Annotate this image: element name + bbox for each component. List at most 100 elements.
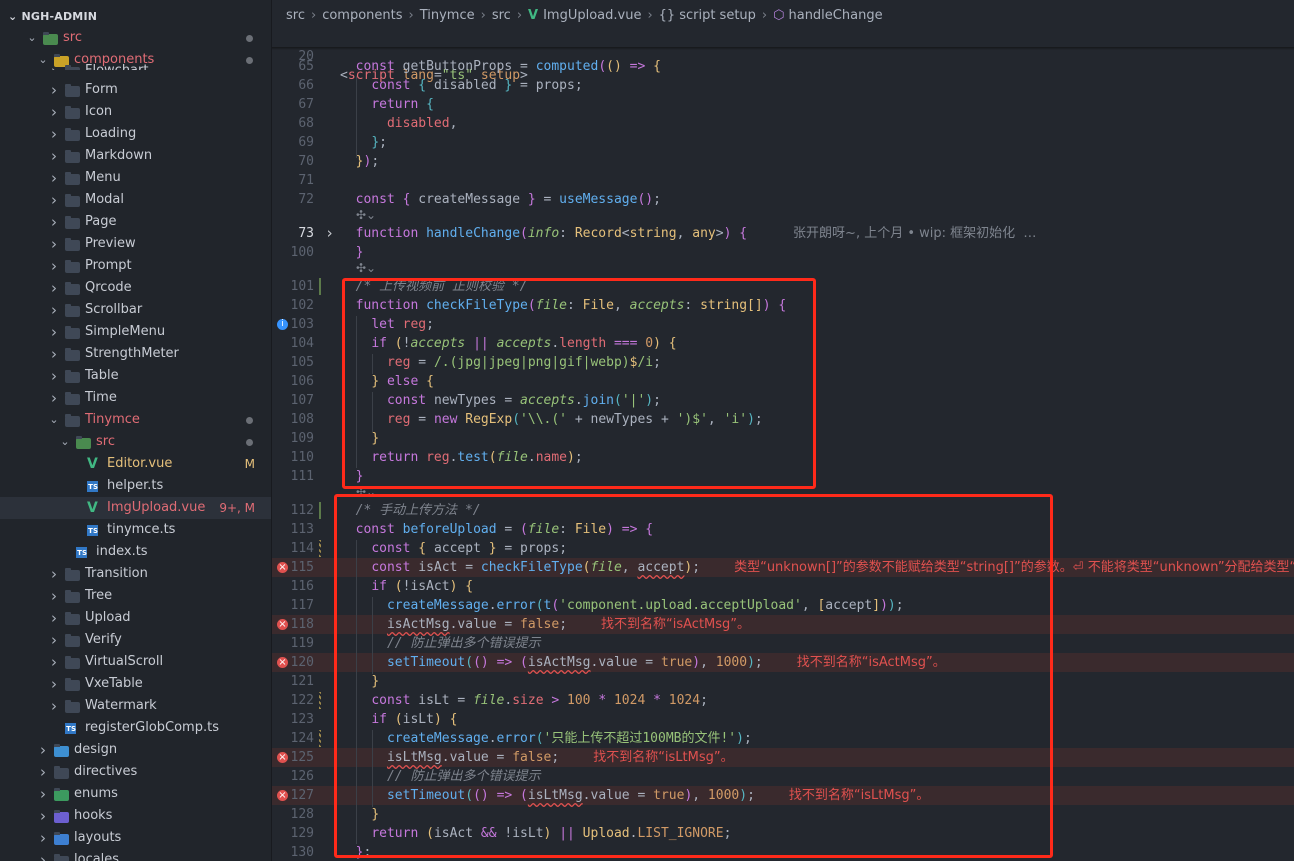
codelens-row[interactable]: ✣⌄	[272, 261, 1294, 276]
tree-item-helper-ts[interactable]: TS helper.ts	[0, 475, 271, 497]
tree-item-flowchart[interactable]: › Flowchart	[0, 60, 271, 70]
tree-item-src[interactable]: ⌄ src	[0, 27, 271, 49]
tree-item-src[interactable]: ⌄ src	[0, 431, 271, 453]
code-line[interactable]: 100 }	[272, 243, 1294, 262]
code-line[interactable]: 69 };	[272, 133, 1294, 152]
tree-item-qrcode[interactable]: › Qrcode	[0, 277, 271, 299]
code-line[interactable]: 70 });	[272, 152, 1294, 171]
code-line[interactable]: 105 reg = /.(jpg|jpeg|png|gif|webp)$/i;	[272, 353, 1294, 372]
code-line[interactable]: 108 reg = new RegExp('\\.(' + newTypes +…	[272, 410, 1294, 429]
tree-item-enums[interactable]: › enums	[0, 783, 271, 805]
codelens-row[interactable]: ✣⌄	[272, 208, 1294, 223]
code-line[interactable]: 73 › function handleChange(info: Record<s…	[272, 224, 1294, 243]
tree-item-form[interactable]: › Form	[0, 79, 271, 101]
code-line[interactable]: 101 /* 上传视频前 正则校验 */	[272, 277, 1294, 296]
breadcrumb-symbol[interactable]: handleChange	[788, 8, 882, 23]
code-line[interactable]: 102 function checkFileType(file: File, a…	[272, 296, 1294, 315]
breadcrumb-item[interactable]: src	[492, 8, 511, 23]
breadcrumb-file[interactable]: ImgUpload.vue	[543, 8, 641, 23]
sticky-scroll-line[interactable]: 20 <script lang="ts" setup>	[272, 28, 1294, 83]
tree-item-verify[interactable]: › Verify	[0, 629, 271, 651]
code-line[interactable]: 126 // 防止弹出多个错误提示	[272, 767, 1294, 786]
breadcrumb-scope[interactable]: script setup	[679, 8, 756, 23]
tree-item-upload[interactable]: › Upload	[0, 607, 271, 629]
breadcrumb-item[interactable]: components	[322, 8, 402, 23]
breadcrumb-item[interactable]: Tinymce	[420, 8, 475, 23]
tree-item-tinymce-ts[interactable]: TS tinymce.ts	[0, 519, 271, 541]
tree-item-strengthmeter[interactable]: › StrengthMeter	[0, 343, 271, 365]
copilot-icon[interactable]: ✣⌄	[356, 208, 376, 223]
tree-item-virtualscroll[interactable]: › VirtualScroll	[0, 651, 271, 673]
code-line[interactable]: 120 setTimeout(() => (isActMsg.value = t…	[272, 653, 1294, 672]
tree-item-hooks[interactable]: › hooks	[0, 805, 271, 827]
tree-item-loading[interactable]: › Loading	[0, 123, 271, 145]
tree-item-directives[interactable]: › directives	[0, 761, 271, 783]
code-line[interactable]: 113 const beforeUpload = (file: File) =>…	[272, 520, 1294, 539]
copilot-icon[interactable]: ✣⌄	[356, 261, 376, 276]
tree-item-time[interactable]: › Time	[0, 387, 271, 409]
code-line[interactable]: 111 }	[272, 467, 1294, 486]
tree-item-page[interactable]: › Page	[0, 211, 271, 233]
tree-item-locales[interactable]: › locales	[0, 849, 271, 861]
tree-item-transition[interactable]: › Transition	[0, 563, 271, 585]
tree-item-menu[interactable]: › Menu	[0, 167, 271, 189]
code-line[interactable]: 106 } else {	[272, 372, 1294, 391]
breadcrumb-item[interactable]: src	[286, 8, 305, 23]
git-change-marker[interactable]	[319, 692, 321, 709]
tree-item-tinymce[interactable]: ⌄ Tinymce	[0, 409, 271, 431]
tree-item-icon[interactable]: › Icon	[0, 101, 271, 123]
code-line[interactable]: 71	[272, 171, 1294, 190]
code-line[interactable]: 117 createMessage.error(t('component.upl…	[272, 596, 1294, 615]
git-change-marker[interactable]	[319, 730, 321, 747]
code-line[interactable]: 123 if (isLt) {	[272, 710, 1294, 729]
copilot-icon[interactable]: ✣⌄	[356, 485, 376, 500]
codelens-row[interactable]: ✣⌄	[272, 485, 1294, 500]
code-line[interactable]: 114 const { accept } = props;	[272, 539, 1294, 558]
tree-item-markdown[interactable]: › Markdown	[0, 145, 271, 167]
code-line[interactable]: 116 if (!isAct) {	[272, 577, 1294, 596]
tree-item-layouts[interactable]: › layouts	[0, 827, 271, 849]
code-line[interactable]: 109 }	[272, 429, 1294, 448]
code-line[interactable]: 119 // 防止弹出多个错误提示	[272, 634, 1294, 653]
tree-item-design[interactable]: › design	[0, 739, 271, 761]
git-change-marker[interactable]	[319, 540, 321, 557]
code-line[interactable]: 112 /* 手动上传方法 */	[272, 501, 1294, 520]
git-change-marker[interactable]	[319, 502, 321, 519]
tree-item-vxetable[interactable]: › VxeTable	[0, 673, 271, 695]
tree-item-imgupload-vue[interactable]: V ImgUpload.vue 9+, M	[0, 497, 271, 519]
code-line[interactable]: 124 createMessage.error('只能上传不超过100MB的文件…	[272, 729, 1294, 748]
code-line[interactable]: 127 setTimeout(() => (isLtMsg.value = tr…	[272, 786, 1294, 805]
code-line[interactable]: 125 isLtMsg.value = false;找不到名称“isLtMsg”…	[272, 748, 1294, 767]
chevron-right-icon: ›	[40, 785, 46, 803]
tree-item-prompt[interactable]: › Prompt	[0, 255, 271, 277]
code-line[interactable]: 129 return (isAct && !isLt) || Upload.LI…	[272, 824, 1294, 843]
tree-item-editor-vue[interactable]: V Editor.vue M	[0, 453, 271, 475]
tree-item-tree[interactable]: › Tree	[0, 585, 271, 607]
tree-item-table[interactable]: › Table	[0, 365, 271, 387]
layouts-folder-icon	[54, 832, 69, 845]
code-line[interactable]: 115 const isAct = checkFileType(file, ac…	[272, 558, 1294, 577]
code-line[interactable]: 122 const isLt = file.size > 100 * 1024 …	[272, 691, 1294, 710]
code-line[interactable]: 72 const { createMessage } = useMessage(…	[272, 190, 1294, 209]
code-line[interactable]: 66 const { disabled } = props;	[272, 76, 1294, 95]
tree-item-watermark[interactable]: › Watermark	[0, 695, 271, 717]
code-line[interactable]: 118 isActMsg.value = false;找不到名称“isActMs…	[272, 615, 1294, 634]
chevron-right-icon[interactable]: ›	[325, 224, 334, 243]
code-line[interactable]: 65 const getButtonProps = computed(() =>…	[272, 57, 1294, 76]
tree-item-registerglobcomp-ts[interactable]: TS registerGlobComp.ts	[0, 717, 271, 739]
code-line[interactable]: 128 }	[272, 805, 1294, 824]
code-line[interactable]: 103 let reg;	[272, 315, 1294, 334]
code-line[interactable]: 104 if (!accepts || accepts.length === 0…	[272, 334, 1294, 353]
tree-item-scrollbar[interactable]: › Scrollbar	[0, 299, 271, 321]
code-line[interactable]: 107 const newTypes = accepts.join('|');	[272, 391, 1294, 410]
code-line[interactable]: 110 return reg.test(file.name);	[272, 448, 1294, 467]
code-line[interactable]: 121 }	[272, 672, 1294, 691]
tree-item-modal[interactable]: › Modal	[0, 189, 271, 211]
code-line[interactable]: 68 disabled,	[272, 114, 1294, 133]
tree-item-index-ts[interactable]: TS index.ts	[0, 541, 271, 563]
tree-item-simplemenu[interactable]: › SimpleMenu	[0, 321, 271, 343]
tree-item-preview[interactable]: › Preview	[0, 233, 271, 255]
git-change-marker[interactable]	[319, 278, 321, 295]
code-line[interactable]: 67 return {	[272, 95, 1294, 114]
code-line[interactable]: 130 };	[272, 843, 1294, 861]
